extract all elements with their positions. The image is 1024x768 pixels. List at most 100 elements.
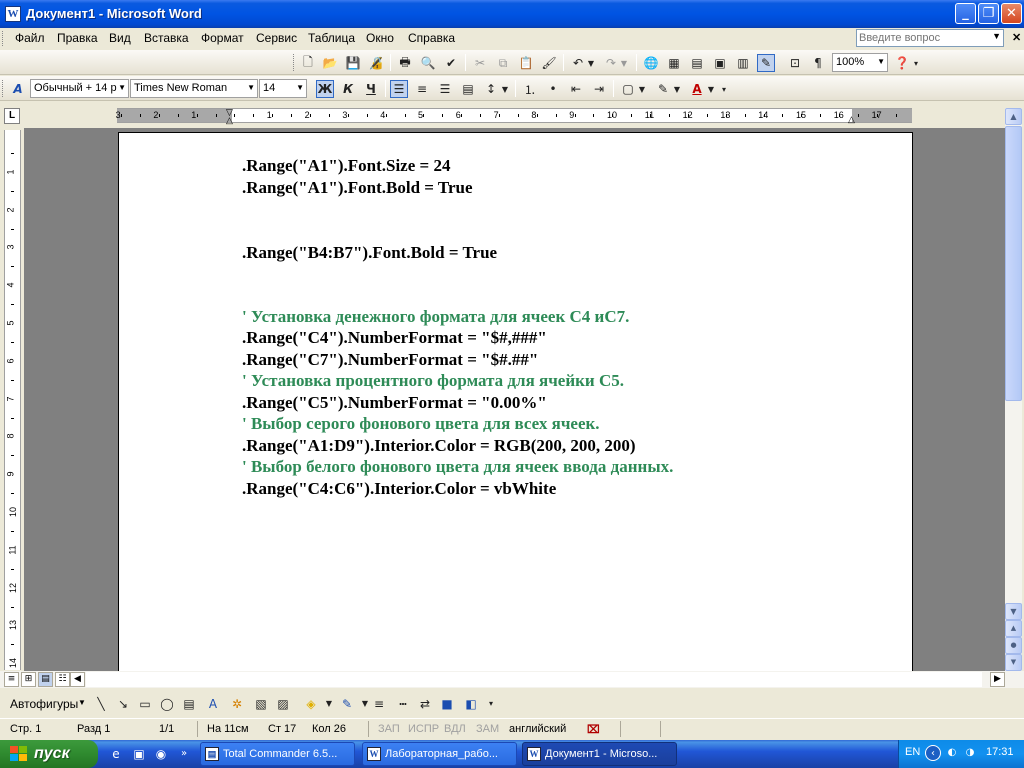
status-track[interactable]: ИСПР [408,723,439,735]
bullets-icon[interactable]: • [544,80,562,98]
numbering-icon[interactable]: ⒈ [521,80,539,98]
toolbar-grip[interactable] [2,80,5,97]
scroll-right-button[interactable]: ▶ [990,672,1005,687]
print-preview-icon[interactable]: 🔍 [419,54,437,72]
menu-edit[interactable]: Правка [57,31,98,45]
horizontal-ruler[interactable]: 3211234567891011121314151617 ▽ △ △ [116,107,912,126]
align-center-icon[interactable]: ≡ [413,80,431,98]
fill-color-icon[interactable]: ◈ [302,695,320,713]
normal-view-icon[interactable]: ≡ [4,672,19,687]
align-left-icon[interactable]: ☰ [390,80,408,98]
left-indent-marker[interactable]: △ [226,115,233,126]
minimize-button[interactable]: _ [955,3,976,24]
zoom-combo[interactable]: 100% ▼ [832,53,888,72]
increase-indent-icon[interactable]: ⇥ [590,80,608,98]
borders-icon[interactable]: ▢ [619,80,637,98]
document-map-icon[interactable]: ⊡ [786,54,804,72]
cut-icon[interactable]: ✂ [471,54,489,72]
autoshapes-menu[interactable]: Автофигуры [10,697,78,711]
help-icon[interactable]: ❓ [893,54,911,72]
bold-button[interactable]: Ж [316,80,334,98]
menu-view[interactable]: Вид [109,31,131,45]
show-desktop-icon[interactable]: ▣ [131,746,147,762]
3d-style-icon[interactable]: ◧ [462,695,480,713]
insert-table-icon[interactable]: ▤ [688,54,706,72]
open-folder-icon[interactable]: 📂 [321,54,339,72]
arrow-tool-icon[interactable]: ↘ [114,695,132,713]
menu-file[interactable]: Файл [15,31,45,45]
chevron-down-icon[interactable]: ▼ [992,31,1001,41]
save-icon[interactable]: 💾 [344,54,362,72]
web-layout-icon[interactable]: ⊞ [21,672,36,687]
diagram-icon[interactable]: ✲ [228,695,246,713]
next-page-button[interactable]: ▼ [1005,654,1022,671]
chevron-down-icon[interactable]: ▼ [672,80,682,98]
rectangle-tool-icon[interactable]: ▭ [136,695,154,713]
status-extend[interactable]: ВДЛ [444,723,466,735]
menu-format[interactable]: Формат [201,31,244,45]
taskbar-item-document1[interactable]: W Документ1 - Microso... [522,742,677,766]
scroll-up-button[interactable]: ▲ [1005,108,1022,125]
line-tool-icon[interactable]: ╲ [92,695,110,713]
undo-icon[interactable]: ↶ [569,54,587,72]
justify-icon[interactable]: ▤ [459,80,477,98]
insert-excel-icon[interactable]: ▣ [711,54,729,72]
media-player-icon[interactable]: ◉ [153,746,169,762]
print-layout-icon[interactable]: ▤ [38,672,53,687]
wordart-icon[interactable]: A [204,695,222,713]
chevron-down-icon[interactable]: ▼ [637,80,647,98]
horizontal-scroll-track[interactable] [86,672,982,687]
font-color-icon[interactable]: A [688,80,706,98]
scroll-down-button[interactable]: ▼ [1005,603,1022,620]
redo-dropdown-icon[interactable]: ▼ [619,54,629,72]
help-search-input[interactable] [859,31,984,45]
taskbar-item-total-commander[interactable]: ▤ Total Commander 6.5... [200,742,355,766]
previous-page-button[interactable]: ▲ [1005,620,1022,637]
right-indent-marker[interactable]: △ [848,114,855,125]
volume-icon[interactable]: ◑ [962,745,978,761]
chevron-down-icon[interactable]: ▼ [320,695,338,713]
copy-icon[interactable]: ⧉ [494,54,512,72]
style-combo[interactable]: Обычный + 14 р ▼ [30,79,129,98]
toolbar-grip[interactable] [2,31,5,46]
dash-style-icon[interactable]: ┅ [394,695,412,713]
document-page[interactable]: .Range("A1").Font.Size = 24 .Range("A1")… [118,132,913,671]
restore-button[interactable]: ❐ [978,3,999,24]
undo-dropdown-icon[interactable]: ▼ [586,54,596,72]
textbox-icon[interactable]: ▤ [180,695,198,713]
line-color-icon[interactable]: ✎ [338,695,356,713]
toolbar-options-icon[interactable]: ▾ [720,80,728,98]
shadow-style-icon[interactable]: ■ [438,695,456,713]
select-browse-object-button[interactable]: ● [1005,637,1022,654]
chevron-down-icon[interactable]: ▼ [78,698,86,707]
menu-insert[interactable]: Вставка [144,31,189,45]
picture-icon[interactable]: ▨ [274,695,292,713]
decrease-indent-icon[interactable]: ⇤ [567,80,585,98]
paste-icon[interactable]: 📋 [517,54,535,72]
highlight-icon[interactable]: ✎ [654,80,672,98]
menu-table[interactable]: Таблица [308,31,355,45]
status-overtype[interactable]: ЗАМ [476,723,499,735]
permission-icon[interactable]: 🔏 [367,54,385,72]
arrow-style-icon[interactable]: ⇄ [416,695,434,713]
scroll-left-button[interactable]: ◀ [70,672,85,687]
redo-icon[interactable]: ↷ [602,54,620,72]
toolbar-grip[interactable] [293,54,296,71]
vertical-scrollbar[interactable]: ▲ ▼ ▲ ● ▼ [1005,108,1022,671]
tables-borders-icon[interactable]: ▦ [665,54,683,72]
hyperlink-icon[interactable]: 🌐 [642,54,660,72]
font-combo[interactable]: Times New Roman ▼ [130,79,258,98]
vertical-ruler[interactable]: 1 2 3 4 5 6 7 8 9 10 11 12 13 14 [4,130,21,670]
chevron-down-icon[interactable]: ▼ [500,80,510,98]
columns-icon[interactable]: ▥ [734,54,752,72]
status-language[interactable]: английский [509,723,566,735]
styles-pane-icon[interactable]: A [9,80,27,98]
chevron-down-icon[interactable]: ▼ [706,80,716,98]
toolbar-options-icon[interactable]: ▾ [912,54,920,72]
italic-button[interactable]: К [339,80,357,98]
tray-expand-icon[interactable]: ‹ [925,745,941,761]
line-spacing-icon[interactable]: ↕ [482,80,500,98]
status-rec[interactable]: ЗАП [378,723,400,735]
new-document-icon[interactable]: 🗋 [299,54,317,72]
language-indicator[interactable]: EN [905,746,920,758]
